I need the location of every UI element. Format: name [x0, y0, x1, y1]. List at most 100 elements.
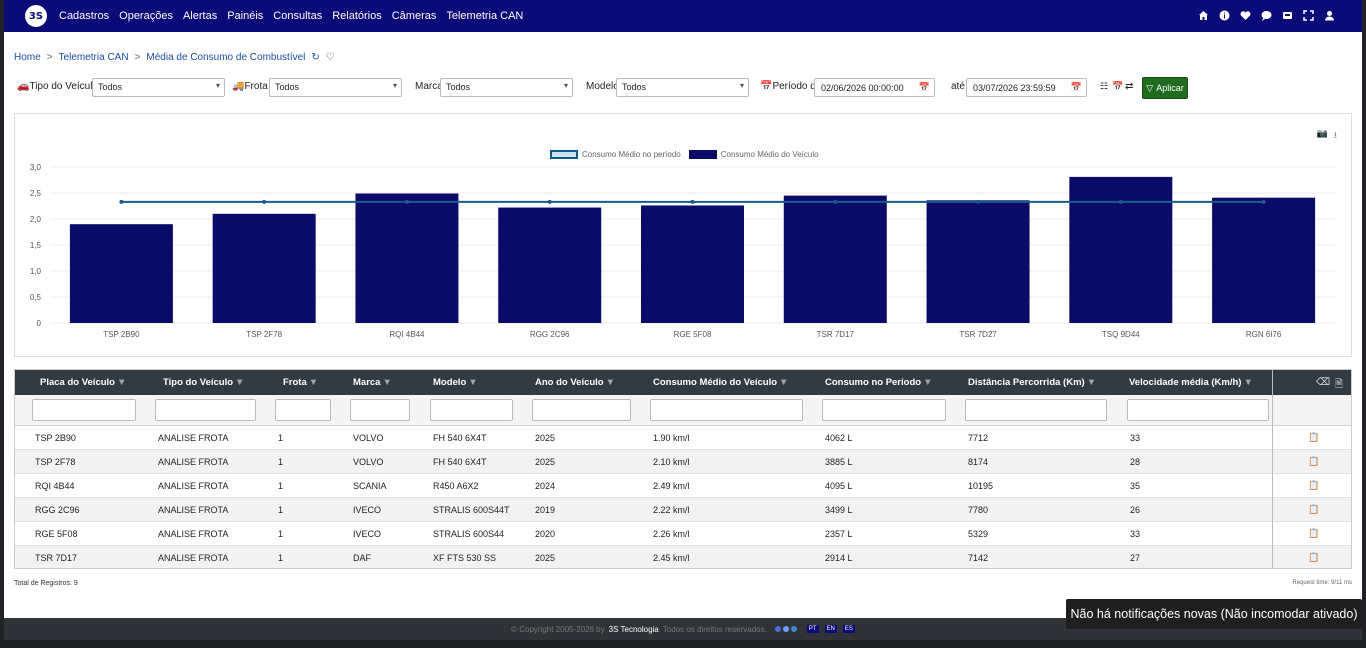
table-cell: 8174 [968, 457, 989, 467]
column-filter-input[interactable] [155, 399, 256, 421]
column-filter-input[interactable] [275, 399, 331, 421]
column-header[interactable]: Marca ▼ [353, 377, 392, 388]
menu-item-4[interactable]: Consultas [273, 10, 322, 22]
menu-item-7[interactable]: Telemetria CAN [446, 10, 523, 22]
calendar-sync-icon[interactable]: 📅 [1112, 81, 1123, 92]
clipboard-icon[interactable]: 📋 [1308, 504, 1319, 515]
legend-item-bar[interactable]: Consumo Médio do Veículo [688, 150, 819, 160]
marca-select[interactable]: Todos ▾ [440, 78, 573, 97]
column-header-label: Marca [353, 377, 381, 388]
filter-funnel-icon[interactable]: ▼ [606, 377, 615, 388]
table-row[interactable]: TSP 2F78 ANALISE FROTA 1 VOLVO FH 540 6X4T 20… [15, 450, 1351, 474]
logo[interactable]: 3S [25, 5, 47, 27]
column-header[interactable]: Tipo do Veículo ▼ [163, 377, 244, 388]
filter-funnel-icon[interactable]: ▼ [1087, 377, 1096, 388]
favorite-heart-icon[interactable]: ♡ [326, 52, 335, 63]
clipboard-icon[interactable]: 📋 [1308, 432, 1319, 443]
column-filter-input[interactable] [650, 399, 803, 421]
clipboard-icon[interactable]: 📋 [1308, 456, 1319, 467]
calendar-icon[interactable]: 📅 [919, 82, 930, 93]
refresh-icon[interactable]: ↻ [311, 52, 319, 63]
fullscreen-icon[interactable] [1302, 9, 1315, 22]
eraser-icon[interactable]: ⌫ [1316, 377, 1330, 388]
column-filter-input[interactable] [532, 399, 631, 421]
menu-item-0[interactable]: Cadastros [59, 10, 109, 22]
filter-funnel-icon[interactable]: ▼ [468, 377, 477, 388]
menu-item-1[interactable]: Operações [119, 10, 173, 22]
average-point [262, 199, 267, 204]
clipboard-icon[interactable]: 📋 [1308, 480, 1319, 491]
filter-funnel-icon[interactable]: ▼ [309, 377, 318, 388]
filter-funnel-icon[interactable]: ▼ [117, 377, 126, 388]
column-filter-input[interactable] [430, 399, 513, 421]
column-header[interactable]: Consumo no Período ▼ [825, 377, 932, 388]
table-cell: 27 [1130, 553, 1141, 563]
info-icon[interactable] [1218, 9, 1231, 22]
clipboard-icon[interactable]: 📋 [1308, 528, 1319, 539]
nav-icons [1197, 9, 1336, 22]
download-icon[interactable]: ⭳ [1334, 128, 1337, 144]
menu-item-6[interactable]: Câmeras [392, 10, 437, 22]
breadcrumb-home[interactable]: Home [14, 52, 41, 63]
filter-funnel-icon[interactable]: ▼ [382, 377, 391, 388]
database-icon[interactable]: ☷ [1100, 81, 1108, 92]
column-header[interactable]: Consumo Médio do Veículo ▼ [653, 377, 788, 388]
table-cell: 26 [1130, 505, 1141, 515]
notification-toast[interactable]: Não há notificações novas (Não incomodar… [1066, 599, 1362, 629]
table-cell: ANALISE FROTA [158, 481, 229, 491]
table-row[interactable]: RGE 5F08 ANALISE FROTA 1 IVECO STRALIS 600S4… [15, 522, 1351, 546]
camera-icon[interactable]: 📷 [1317, 128, 1328, 144]
column-filter-input[interactable] [350, 399, 410, 421]
table-row[interactable]: TSP 2B90 ANALISE FROTA 1 VOLVO FH 540 6X4T 20… [15, 426, 1351, 450]
filter-funnel-icon[interactable]: ▼ [779, 377, 788, 388]
periodo-start-input[interactable]: 02/06/2026 00:00:00 📅 [814, 78, 935, 97]
heart-icon[interactable] [1239, 9, 1252, 22]
home-icon[interactable] [1197, 9, 1210, 22]
menu-item-2[interactable]: Alertas [183, 10, 217, 22]
column-header[interactable]: Ano do Veículo ▼ [535, 377, 615, 388]
total-records: Total de Registros: 9 [14, 580, 78, 587]
chat-icon[interactable] [1260, 9, 1273, 22]
breadcrumb: Home > Telemetria CAN > Média de Consumo… [14, 52, 335, 63]
filter-funnel-icon[interactable]: ▼ [1243, 377, 1252, 388]
periodo-end-input[interactable]: 03/07/2026 23:59:59 📅 [966, 78, 1087, 97]
column-header[interactable]: Distância Percorrida (Km) ▼ [968, 377, 1096, 388]
menu-item-3[interactable]: Painéis [227, 10, 263, 22]
inbox-icon[interactable] [1281, 9, 1294, 22]
legend-item-line[interactable]: Consumo Médio no período [550, 150, 681, 160]
column-header[interactable]: Placa do Veículo ▼ [40, 377, 126, 388]
breadcrumb-page: Média de Consumo de Combustível [146, 52, 306, 63]
company-link[interactable]: 3S Tecnologia [609, 625, 659, 634]
menu-item-5[interactable]: Relatórios [332, 10, 382, 22]
frota-select[interactable]: Todos ▾ [269, 78, 402, 97]
column-filter-input[interactable] [965, 399, 1107, 421]
user-icon[interactable] [1323, 9, 1336, 22]
column-filter-input[interactable] [1127, 399, 1269, 421]
clipboard-icon[interactable]: 📋 [1308, 552, 1319, 563]
breadcrumb-section[interactable]: Telemetria CAN [59, 52, 129, 63]
column-filter-input[interactable] [32, 399, 136, 421]
lang-en[interactable]: EN [824, 625, 837, 633]
apply-button[interactable]: ▽ Aplicar [1142, 77, 1188, 99]
export-icon[interactable]: 🗎 [1335, 377, 1343, 394]
tipo-veiculo-select[interactable]: Todos ▾ [92, 78, 225, 97]
theme-dots[interactable] [774, 626, 797, 632]
table-cell: 7780 [968, 505, 989, 515]
modelo-select[interactable]: Todos ▾ [616, 78, 749, 97]
lang-es[interactable]: ES [842, 625, 855, 633]
filter-funnel-icon[interactable]: ▼ [923, 377, 932, 388]
filter-funnel-icon[interactable]: ▼ [235, 377, 244, 388]
column-header[interactable]: Modelo ▼ [433, 377, 478, 388]
table-row[interactable]: RGG 2C96 ANALISE FROTA 1 IVECO STRALIS 600S4… [15, 498, 1351, 522]
table-row[interactable]: RQI 4B44 ANALISE FROTA 1 SCANIA R450 A6X2 202… [15, 474, 1351, 498]
calendar-icon[interactable]: 📅 [1071, 82, 1082, 93]
column-header[interactable]: Velocidade média (Km/h) ▼ [1129, 377, 1253, 388]
reload-icon[interactable]: ⇄ [1125, 81, 1133, 92]
table-cell: 3499 L [825, 505, 853, 515]
table-row[interactable]: TSR 7D17 ANALISE FROTA 1 DAF XF FTS 530 SS 20… [15, 546, 1351, 568]
taskbar-strip [0, 640, 1366, 648]
column-filter-input[interactable] [822, 399, 946, 421]
table-cell: 2025 [535, 553, 556, 563]
lang-pt[interactable]: PT [806, 625, 819, 633]
column-header[interactable]: Frota ▼ [283, 377, 318, 388]
